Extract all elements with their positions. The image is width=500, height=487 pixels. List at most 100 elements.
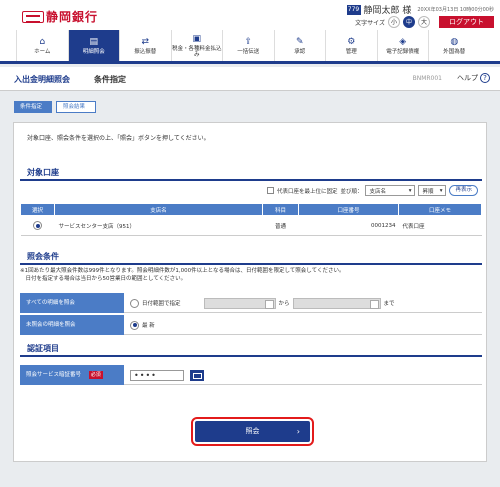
pin-input[interactable]: •••• [130, 369, 184, 381]
nav-label: 一括伝送 [237, 48, 260, 55]
page-title: 入出金明細照会 [14, 75, 70, 84]
chevron-down-icon: ▾ [408, 187, 412, 194]
nav-bulk[interactable]: ⇪ 一括伝送 [222, 30, 274, 61]
date-range-radio[interactable] [130, 298, 139, 308]
nav-approve[interactable]: ✎ 承認 [273, 30, 326, 61]
section-divider [20, 263, 482, 265]
logout-button[interactable]: ログアウト [439, 16, 494, 28]
sort-label: 並び順： [340, 188, 363, 195]
date-from-input[interactable] [203, 297, 276, 309]
pin-row: 照会サービス暗証番号 必須 •••• [20, 365, 482, 385]
col-branch: 支店名 [54, 203, 263, 216]
col-number: 口座番号 [298, 203, 399, 216]
query-button[interactable]: 照会 › [191, 417, 314, 446]
chevron-right-icon: › [296, 427, 300, 436]
nav-admin[interactable]: ⚙ 管理 [325, 30, 377, 61]
latest-radio[interactable] [130, 320, 139, 330]
all-statements-label: すべての明細を照会 [20, 293, 124, 313]
help-link[interactable]: ヘルプ ? [457, 73, 490, 83]
bank-logo[interactable]: 静岡銀行 [22, 8, 98, 25]
globe-icon: ◍ [450, 36, 459, 47]
account-table: 選択 支店名 科目 口座番号 口座メモ サービスセンター支店（951） 普通 0… [20, 203, 482, 236]
upload-icon: ⇪ [244, 36, 253, 47]
nav-label: 税金・各種料金払込み [171, 45, 222, 58]
account-select-radio[interactable] [33, 221, 42, 230]
nav-forex[interactable]: ◍ 外国為替 [428, 30, 480, 61]
nav-home[interactable]: ⌂ ホーム [16, 30, 68, 61]
chevron-down-icon: ▾ [439, 187, 443, 194]
transfer-icon: ⇄ [141, 36, 150, 47]
nav-ebond[interactable]: ◈ 電子記録債権 [376, 30, 429, 61]
table-row[interactable]: サービスセンター支店（951） 普通 0001234 代表口座 [20, 215, 482, 236]
pin-label-cell: 照会サービス暗証番号 必須 [20, 365, 124, 385]
software-keyboard-icon[interactable] [190, 369, 204, 381]
ebond-icon: ◈ [399, 36, 407, 47]
document-icon: ▤ [89, 36, 98, 47]
page-subtitle: 条件指定 [94, 75, 126, 84]
text-size-large-button[interactable]: 大 [418, 16, 430, 28]
gear-icon: ⚙ [347, 36, 356, 47]
instruction-text: 対象口座、照会条件を選択の上、「照会」ボタンを押してください。 [27, 135, 210, 142]
bank-name: 静岡銀行 [46, 10, 99, 24]
condition-note-2: 日付を指定する場合は当日から50営業日の範囲としてください。 [20, 276, 187, 282]
nav-label: 振込振替 [134, 48, 157, 55]
date-to-input[interactable] [292, 297, 381, 309]
user-name: 静岡太郎 様 [363, 6, 412, 16]
sort-select[interactable]: 支店名 ▾ [365, 185, 416, 196]
nav-label: 明細照会 [82, 48, 105, 55]
redisplay-button[interactable]: 再表示 [449, 185, 478, 196]
bank-logo-icon [22, 10, 44, 23]
unread-statements-row: 未照会の明細を照会 最 新 [20, 315, 482, 335]
step-result: 照会結果 [56, 101, 97, 113]
pin-controls: •••• [130, 365, 204, 385]
from-label: から [278, 301, 290, 307]
approve-icon: ✎ [295, 36, 304, 47]
order-value: 昇順 [422, 188, 434, 195]
nav-statement[interactable]: ▤ 明細照会 [67, 30, 119, 61]
step-condition: 条件指定 [14, 101, 53, 113]
sort-controls: 代表口座を最上位に固定 並び順： 支店名 ▾ 昇順 ▾ 再表示 [266, 185, 478, 196]
all-statements-row: すべての明細を照会 日付範囲で指定 から まで [20, 293, 482, 313]
user-badge: 779 [346, 4, 361, 15]
representative-top-checkbox[interactable] [266, 187, 274, 194]
col-memo: 口座メモ [398, 203, 482, 216]
payment-icon: ▣ [192, 33, 201, 44]
condition-note-1: ※1回あたり最大照会件数は999件となります。照会明細件数が1,000件以上とな… [20, 268, 345, 274]
text-size-small-button[interactable]: 小 [388, 16, 400, 28]
representative-top-label: 代表口座を最上位に固定 [276, 188, 338, 195]
latest-controls: 最 新 [130, 315, 155, 335]
help-label: ヘルプ [457, 74, 478, 82]
date-range-label: 日付範囲で指定 [142, 301, 181, 307]
nav-label: 電子記録債権 [386, 48, 420, 55]
pin-label: 照会サービス暗証番号 [26, 372, 82, 378]
sort-value: 支店名 [369, 188, 386, 195]
account-number-cell: 0001234 [298, 215, 399, 236]
date-range-controls: 日付範囲で指定 から まで [130, 293, 395, 313]
col-subject: 科目 [262, 203, 299, 216]
auth-section-title: 認証項目 [27, 344, 59, 353]
nav-transfer[interactable]: ⇄ 振込振替 [119, 30, 171, 61]
col-select: 選択 [20, 203, 55, 216]
page-title-bar: 入出金明細照会 条件指定 BNMR001 ヘルプ ? [0, 67, 500, 91]
main-panel: 対象口座、照会条件を選択の上、「照会」ボタンを押してください。 対象口座 代表口… [13, 122, 487, 462]
section-divider [20, 179, 482, 181]
nav-payment[interactable]: ▣ 税金・各種料金払込み [170, 30, 223, 61]
nav-label: 承認 [294, 48, 306, 55]
required-badge: 必須 [88, 371, 103, 379]
memo-cell: 代表口座 [398, 215, 482, 236]
branch-cell: サービスセンター支店（951） [54, 215, 263, 236]
conditions-section-title: 照会条件 [27, 252, 59, 261]
account-table-header: 選択 支店名 科目 口座番号 口座メモ [20, 203, 482, 216]
help-icon: ? [480, 73, 490, 83]
to-label: まで [383, 301, 395, 307]
home-icon: ⌂ [39, 36, 46, 47]
text-size-control: 文字サイズ 小 中 大 ログアウト [355, 16, 494, 28]
text-size-medium-button[interactable]: 中 [403, 16, 415, 28]
nav-label: 外国為替 [443, 48, 466, 55]
accounts-section-title: 対象口座 [27, 168, 59, 177]
text-size-label: 文字サイズ [355, 19, 385, 27]
order-select[interactable]: 昇順 ▾ [418, 185, 447, 196]
global-nav: ⌂ ホーム ▤ 明細照会 ⇄ 振込振替 ▣ 税金・各種料金払込み ⇪ 一括伝送 … [0, 30, 500, 64]
step-indicator: 条件指定 照会結果 [14, 101, 100, 113]
section-divider [20, 355, 482, 357]
